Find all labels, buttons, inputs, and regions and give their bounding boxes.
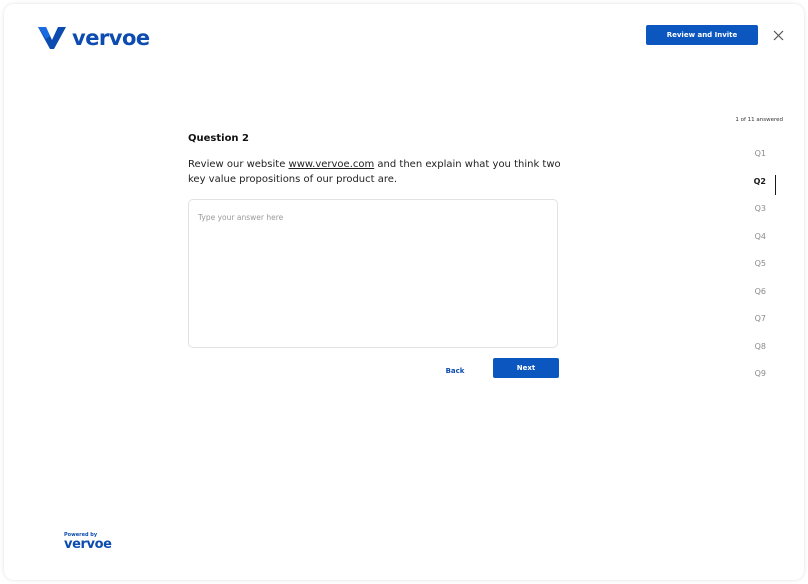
powered-by-logo: Powered by vervoe: [64, 532, 112, 551]
nav-item-q6[interactable]: Q6: [740, 278, 780, 306]
close-button[interactable]: [771, 28, 785, 42]
question-title: Question 2: [188, 133, 249, 144]
nav-item-q7[interactable]: Q7: [740, 305, 780, 333]
nav-item-q3[interactable]: Q3: [740, 195, 780, 223]
brand-name: vervoe: [72, 26, 150, 50]
question-text-before: Review our website: [188, 159, 289, 170]
vervoe-mark-icon: [38, 27, 66, 49]
nav-item-q1[interactable]: Q1: [740, 140, 780, 168]
review-and-invite-button[interactable]: Review and Invite: [646, 25, 758, 45]
nav-item-q2[interactable]: Q2: [740, 168, 780, 196]
nav-item-q9[interactable]: Q9: [740, 360, 780, 388]
nav-item-q4[interactable]: Q4: [740, 223, 780, 251]
back-button[interactable]: Back: [438, 365, 472, 377]
question-nav: Q1 Q2 Q3 Q4 Q5 Q6 Q7 Q8 Q9: [740, 140, 780, 388]
website-link[interactable]: www.vervoe.com: [289, 159, 375, 170]
powered-by-brand: vervoe: [64, 537, 112, 552]
close-icon: [773, 30, 783, 40]
nav-item-q8[interactable]: Q8: [740, 333, 780, 361]
question-text: Review our website www.vervoe.com and th…: [188, 157, 568, 187]
next-button[interactable]: Next: [493, 358, 559, 378]
nav-item-q5[interactable]: Q5: [740, 250, 780, 278]
answer-textarea[interactable]: [188, 199, 558, 348]
vervoe-logo: vervoe: [38, 26, 150, 50]
answered-count: 1 of 11 answered: [735, 117, 783, 123]
